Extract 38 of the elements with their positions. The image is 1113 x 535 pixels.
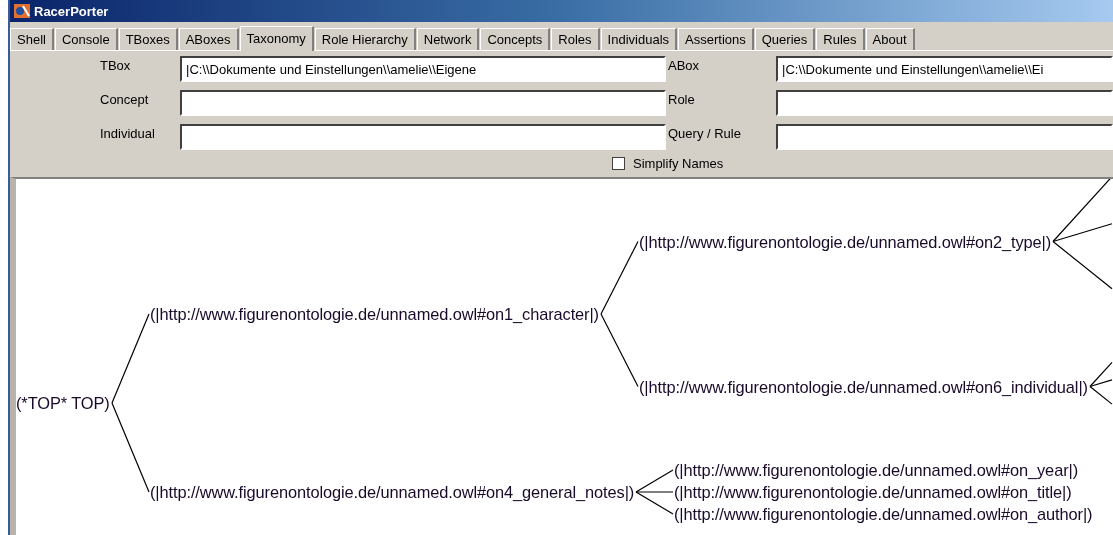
- concept-node[interactable]: (|http://www.figurenontologie.de/unnamed.owl#on4_general_notes|): [150, 483, 635, 501]
- checkbox[interactable]: [612, 157, 625, 170]
- app-icon: [14, 4, 30, 18]
- checkbox-label: Simplify Names: [633, 156, 724, 171]
- tab[interactable]: Shell: [10, 28, 54, 50]
- input-field[interactable]: [180, 90, 666, 116]
- concept-node[interactable]: (|http://www.figurenontologie.de/unnamed.owl#on_author|): [674, 505, 1093, 523]
- tab[interactable]: Concepts: [480, 28, 551, 50]
- tab[interactable]: Queries: [754, 28, 816, 50]
- concept-node[interactable]: (|http://www.figurenontologie.de/unnamed.owl#on6_individual|): [639, 377, 1088, 396]
- tab[interactable]: Console: [54, 28, 118, 50]
- tab[interactable]: Network: [416, 28, 480, 50]
- field-label: ABox: [668, 57, 701, 75]
- concept-node[interactable]: (*TOP* TOP): [16, 394, 110, 412]
- field-label: Individual: [100, 125, 156, 143]
- input-field[interactable]: [776, 124, 1113, 150]
- tab[interactable]: Rules: [816, 28, 865, 50]
- concept-node[interactable]: (|http://www.figurenontologie.de/unnamed.owl#on_title|): [674, 483, 1072, 501]
- tab[interactable]: Taxonomy: [239, 26, 314, 51]
- field-label: Query / Rule: [668, 125, 742, 143]
- tab[interactable]: Roles: [551, 28, 600, 50]
- concept-node[interactable]: (|http://www.figurenontologie.de/unnamed.owl#on_year|): [674, 461, 1079, 479]
- tab[interactable]: Individuals: [600, 28, 678, 50]
- input-field[interactable]: [180, 124, 666, 150]
- tab[interactable]: Assertions: [678, 28, 754, 50]
- tab[interactable]: About: [865, 28, 915, 50]
- tab[interactable]: TBoxes: [118, 28, 178, 50]
- tab[interactable]: ABoxes: [178, 28, 239, 50]
- field-label: Concept: [100, 91, 150, 109]
- window-title: RacerPorter: [34, 3, 109, 19]
- concept-node[interactable]: (|http://www.figurenontologie.de/unnamed.owl#on1_character|): [150, 305, 599, 323]
- input-field[interactable]: |C:\\Dokumente und Einstellungen\\amelie\\Eigene: [180, 56, 666, 82]
- input-field[interactable]: [776, 90, 1113, 116]
- field-label: Role: [668, 91, 696, 109]
- input-field[interactable]: |C:\\Dokumente und Einstellungen\\amelie\\Ei: [776, 56, 1113, 82]
- concept-node[interactable]: (|http://www.figurenontologie.de/unnamed.owl#on2_type|): [639, 232, 1052, 251]
- field-label: TBox: [100, 57, 132, 75]
- tab[interactable]: Role Hierarchy: [314, 28, 416, 50]
